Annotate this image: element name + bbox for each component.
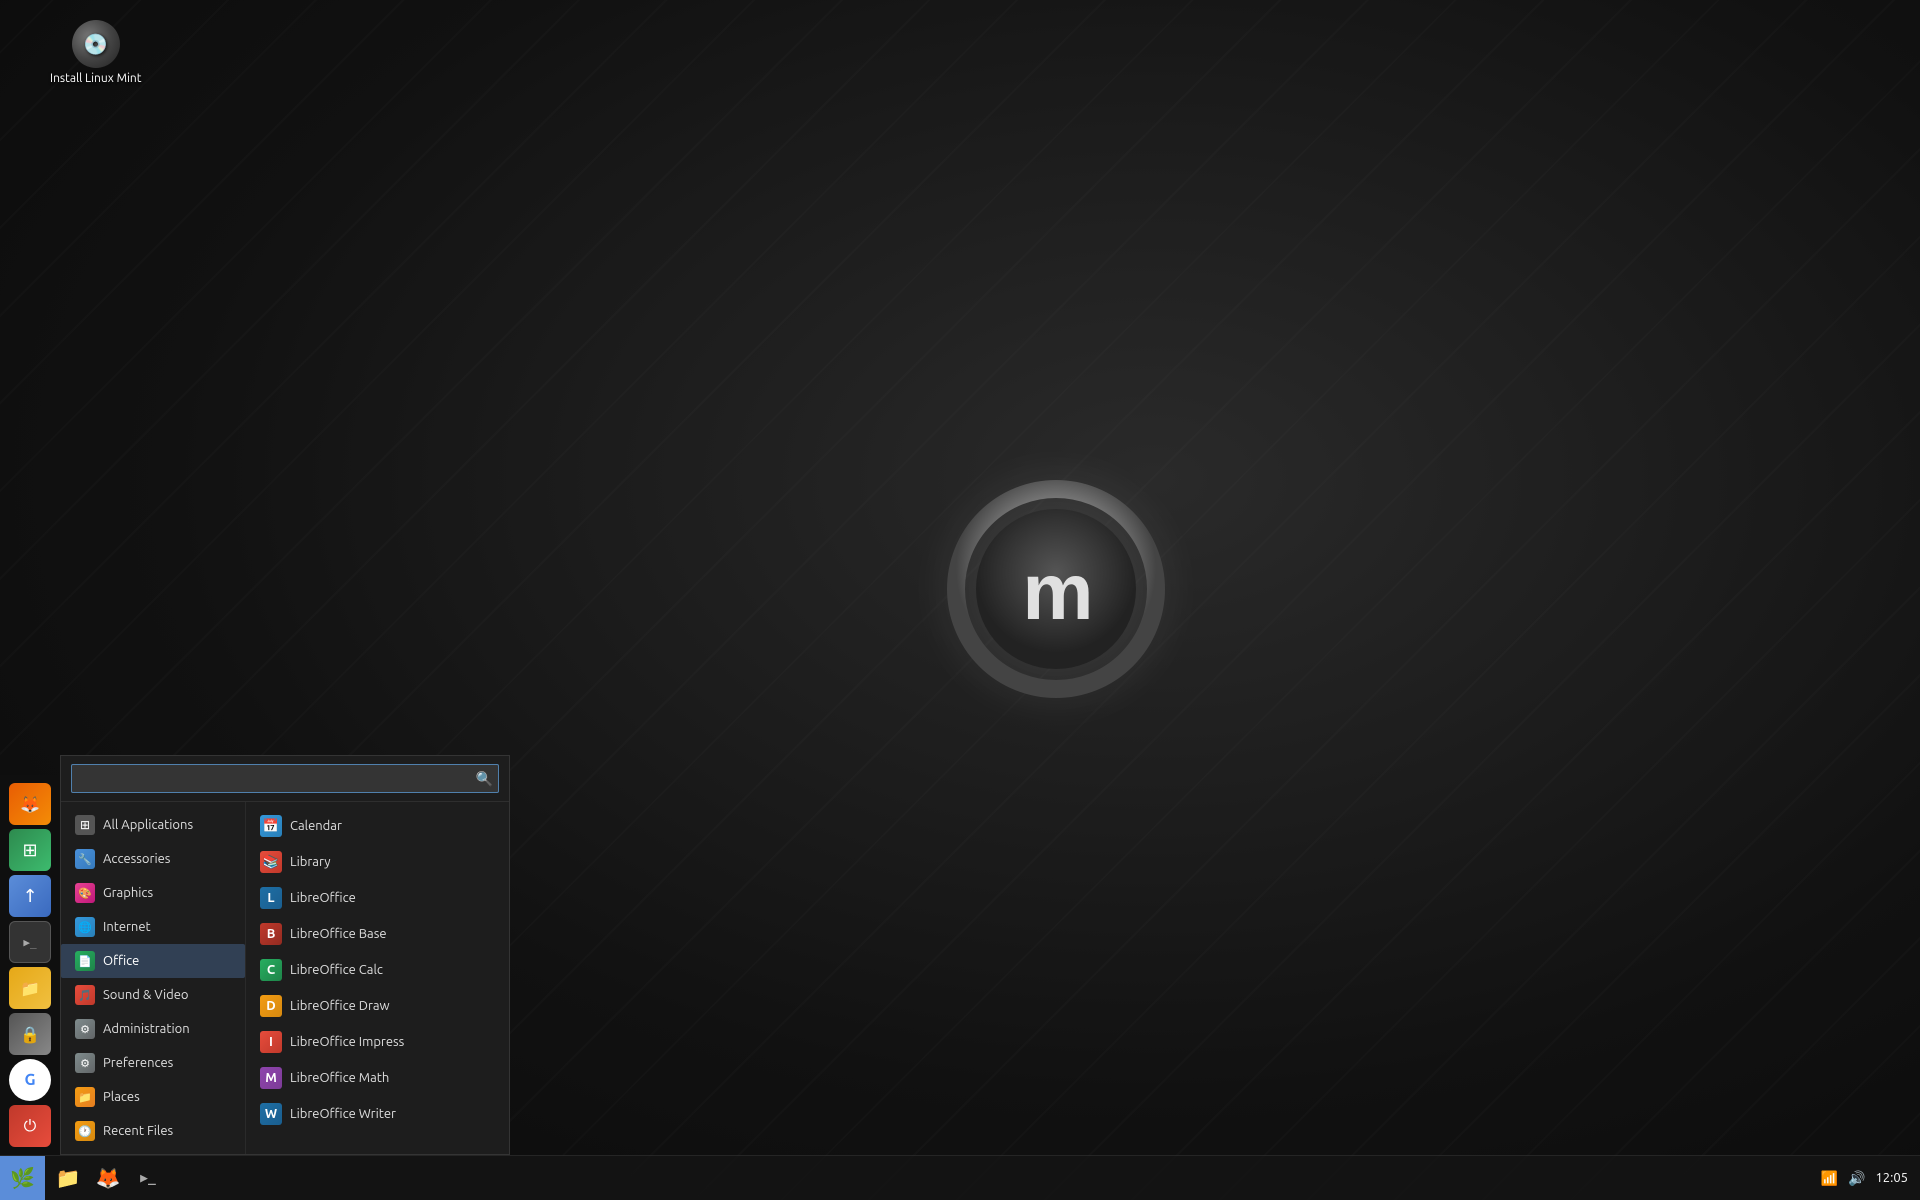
category-prefs-icon: ⚙ [75,1053,95,1073]
taskbar-firefox[interactable]: 🦊 [89,1159,127,1197]
panel-firefox-icon[interactable]: 🦊 [9,783,51,825]
app-libreoffice-draw-label: LibreOffice Draw [290,999,390,1013]
category-accessories-icon: 🔧 [75,849,95,869]
category-preferences[interactable]: ⚙ Preferences [61,1046,245,1080]
app-libreoffice-math-icon: M [260,1067,282,1089]
category-office-icon: 📄 [75,951,95,971]
taskbar-firefox-icon: 🦊 [96,1166,121,1190]
taskbar-apps: 📁 🦊 ▶_ [45,1159,171,1197]
menu-search-bar: 🔍 [61,756,509,802]
clock: 12:05 [1875,1171,1908,1185]
category-places[interactable]: 📁 Places [61,1080,245,1114]
category-accessories[interactable]: 🔧 Accessories [61,842,245,876]
panel-files-icon[interactable]: 📁 [9,967,51,1009]
app-libreoffice-impress-label: LibreOffice Impress [290,1035,404,1049]
panel-terminal-icon[interactable]: ▶_ [9,921,51,963]
category-recent-icon: 🕐 [75,1121,95,1141]
app-calendar[interactable]: 📅 Calendar [246,808,509,844]
app-libreoffice-base-icon: B [260,923,282,945]
desktop: m 💿 Install Linux Mint 🦊 ⊞ ↑ ▶_ 📁 🔒 G ⏻ [0,0,1920,1200]
install-linux-mint-icon[interactable]: 💿 Install Linux Mint [50,20,141,85]
start-icon: 🌿 [10,1166,35,1190]
category-all-label: All Applications [103,818,193,832]
category-places-icon: 📁 [75,1087,95,1107]
app-libreoffice-writer-icon: W [260,1103,282,1125]
menu-apps-list: 📅 Calendar 📚 Library L LibreOffice [246,802,509,1154]
category-preferences-label: Preferences [103,1056,173,1070]
taskbar-terminal[interactable]: ▶_ [129,1159,167,1197]
app-libreoffice-calc-label: LibreOffice Calc [290,963,383,977]
install-icon-label: Install Linux Mint [50,72,141,85]
category-office[interactable]: 📄 Office [61,944,245,978]
panel-mintupdate-icon[interactable]: ↑ [9,875,51,917]
taskbar-start-button[interactable]: 🌿 [0,1156,45,1200]
app-libreoffice-calc[interactable]: C LibreOffice Calc [246,952,509,988]
app-library-icon: 📚 [260,851,282,873]
panel-google-icon[interactable]: G [9,1059,51,1101]
icon-panel: 🦊 ⊞ ↑ ▶_ 📁 🔒 G ⏻ [0,775,60,1155]
category-administration-label: Administration [103,1022,190,1036]
search-input[interactable] [71,764,499,793]
application-menu: 🔍 ⊞ All Applications 🔧 Accessorie [60,755,510,1155]
taskbar-terminal-icon: ▶_ [140,1171,156,1186]
app-libreoffice-draw-icon: D [260,995,282,1017]
app-libreoffice-math[interactable]: M LibreOffice Math [246,1060,509,1096]
app-libreoffice-math-label: LibreOffice Math [290,1071,389,1085]
panel-power-icon[interactable]: ⏻ [9,1105,51,1147]
app-libreoffice-writer[interactable]: W LibreOffice Writer [246,1096,509,1132]
category-recentfiles-label: Recent Files [103,1124,173,1138]
taskbar-files-icon: 📁 [56,1166,81,1190]
app-libreoffice-base[interactable]: B LibreOffice Base [246,916,509,952]
panel-lock-icon[interactable]: 🔒 [9,1013,51,1055]
search-button[interactable]: 🔍 [476,770,493,787]
app-libreoffice-draw[interactable]: D LibreOffice Draw [246,988,509,1024]
app-calendar-icon: 📅 [260,815,282,837]
category-accessories-label: Accessories [103,852,170,866]
taskbar-files[interactable]: 📁 [49,1159,87,1197]
category-internet[interactable]: 🌐 Internet [61,910,245,944]
category-all-icon: ⊞ [75,815,95,835]
panel-mintmenu-icon[interactable]: ⊞ [9,829,51,871]
app-libreoffice-icon: L [260,887,282,909]
category-soundvideo[interactable]: 🎵 Sound & Video [61,978,245,1012]
taskbar: 🌿 📁 🦊 ▶_ 📶 🔊 12:05 [0,1155,1920,1200]
category-all[interactable]: ⊞ All Applications [61,808,245,842]
category-administration[interactable]: ⚙ Administration [61,1012,245,1046]
app-library-label: Library [290,855,330,869]
category-office-label: Office [103,954,139,968]
menu-body: ⊞ All Applications 🔧 Accessories 🎨 [61,802,509,1154]
menu-categories: ⊞ All Applications 🔧 Accessories 🎨 [61,802,246,1154]
category-recentfiles[interactable]: 🕐 Recent Files [61,1114,245,1148]
app-libreoffice-label: LibreOffice [290,891,356,905]
app-libreoffice-impress[interactable]: I LibreOffice Impress [246,1024,509,1060]
network-icon: 📶 [1821,1170,1838,1187]
svg-text:m: m [1022,547,1089,636]
app-library[interactable]: 📚 Library [246,844,509,880]
category-places-label: Places [103,1090,140,1104]
category-graphics[interactable]: 🎨 Graphics [61,876,245,910]
app-libreoffice[interactable]: L LibreOffice [246,880,509,916]
volume-icon[interactable]: 🔊 [1848,1170,1865,1187]
category-internet-label: Internet [103,920,151,934]
search-wrapper: 🔍 [71,764,499,793]
category-admin-icon: ⚙ [75,1019,95,1039]
app-calendar-label: Calendar [290,819,342,833]
category-graphics-icon: 🎨 [75,883,95,903]
app-libreoffice-base-label: LibreOffice Base [290,927,387,941]
app-libreoffice-impress-icon: I [260,1031,282,1053]
taskbar-right: 📶 🔊 12:05 [1821,1170,1920,1187]
app-libreoffice-calc-icon: C [260,959,282,981]
install-icon-image: 💿 [72,20,120,68]
category-soundvideo-icon: 🎵 [75,985,95,1005]
mint-logo: m [946,479,1166,699]
category-graphics-label: Graphics [103,886,153,900]
category-soundvideo-label: Sound & Video [103,988,189,1002]
category-internet-icon: 🌐 [75,917,95,937]
app-libreoffice-writer-label: LibreOffice Writer [290,1107,396,1121]
